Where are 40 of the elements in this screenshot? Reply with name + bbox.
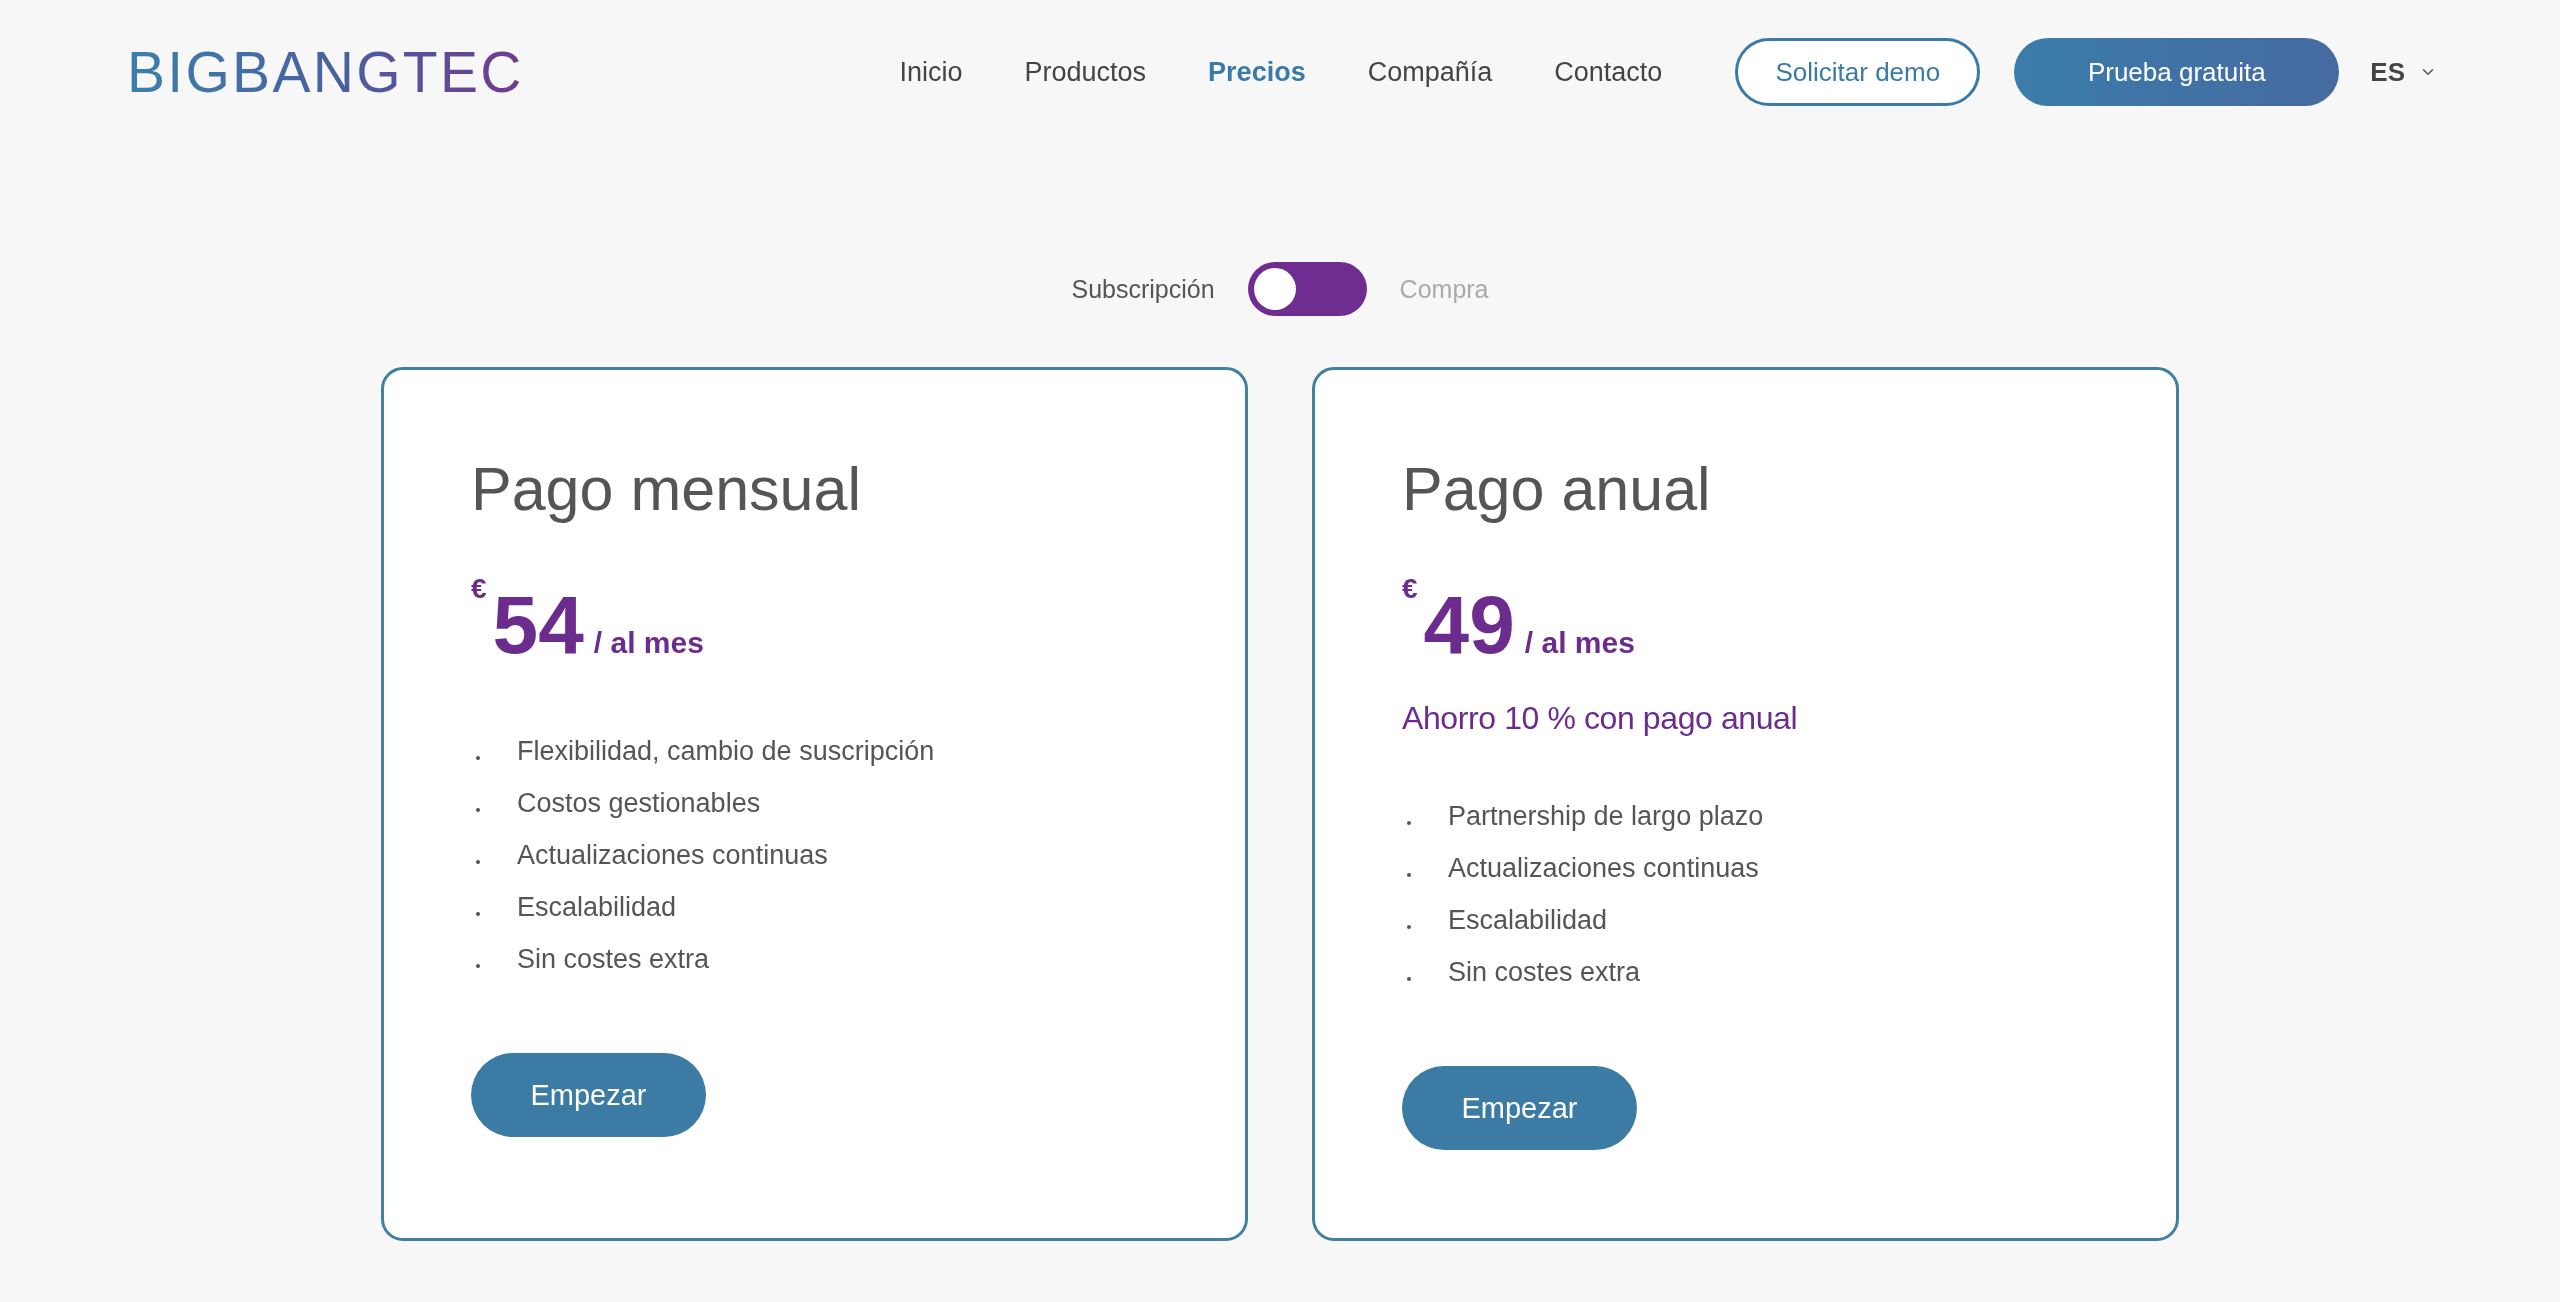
start-button[interactable]: Empezar: [1402, 1066, 1637, 1150]
price-amount: 49: [1423, 584, 1515, 666]
feature-text: Costos gestionables: [517, 787, 761, 819]
toggle-label: Subscripción: [1071, 274, 1215, 304]
price-period: / al mes: [593, 628, 704, 658]
bullet-icon: [476, 860, 480, 864]
currency-symbol: €: [1402, 575, 1418, 603]
trial-button[interactable]: Prueba gratuita: [2014, 38, 2340, 106]
bullet-icon: [1407, 821, 1411, 825]
feature-text: Actualizaciones continuas: [517, 839, 828, 871]
feature-text: Partnership de largo plazo: [1448, 800, 1764, 832]
bullet-icon: [476, 808, 480, 812]
bullet-icon: [1407, 925, 1411, 929]
bullet-icon: [476, 756, 480, 760]
bullet-icon: [476, 912, 480, 916]
toggle-switch[interactable]: [1247, 262, 1367, 316]
feature-text: Actualizaciones continuas: [1448, 852, 1759, 884]
plan-title: Pago mensual: [471, 454, 861, 525]
bullet-icon: [476, 964, 480, 968]
nav-link[interactable]: Precios: [1208, 56, 1306, 88]
feature-text: Sin costes extra: [517, 943, 710, 975]
nav-link[interactable]: Compañía: [1367, 56, 1493, 88]
bullet-icon: [1407, 977, 1411, 981]
nav-link[interactable]: Productos: [1024, 56, 1147, 88]
bullet-icon: [1407, 873, 1411, 877]
savings-note: Ahorro 10 % con pago anual: [1402, 699, 1798, 738]
language-selector[interactable]: ES: [2370, 56, 2437, 88]
feature-text: Sin costes extra: [1448, 956, 1641, 988]
nav-link[interactable]: Inicio: [899, 56, 963, 88]
start-button[interactable]: Empezar: [471, 1053, 706, 1137]
nav-link[interactable]: Contacto: [1554, 56, 1663, 88]
currency-symbol: €: [471, 575, 487, 603]
feature-text: Flexibilidad, cambio de suscripción: [517, 735, 935, 767]
price-amount: 54: [492, 584, 584, 666]
feature-text: Escalabilidad: [517, 891, 677, 923]
plan-title: Pago anual: [1402, 454, 1711, 525]
demo-button[interactable]: Solicitar demo: [1735, 38, 1981, 106]
toggle-label: Compra: [1399, 274, 1489, 304]
price-period: / al mes: [1524, 628, 1635, 658]
feature-text: Escalabilidad: [1448, 904, 1608, 936]
